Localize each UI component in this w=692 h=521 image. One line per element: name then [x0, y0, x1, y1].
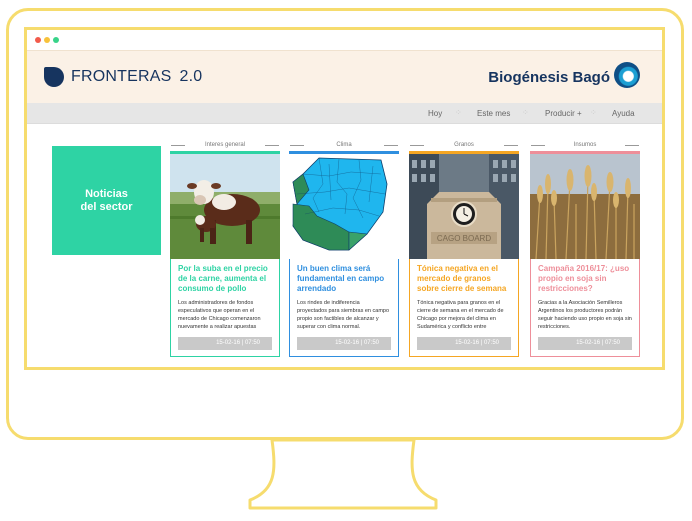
card-title[interactable]: Campaña 2016/17: ¿uso propio en soja sin…: [538, 264, 632, 294]
card-category: Clima: [289, 141, 399, 151]
card-excerpt: Los administradores de fondos especulati…: [178, 300, 261, 330]
nav-item-ayuda[interactable]: Ayuda: [612, 109, 635, 118]
card-timestamp: 15-02-16 | 07:50: [417, 337, 511, 350]
card-timestamp: 15-02-16 | 07:50: [178, 337, 272, 350]
card-category: Interes general: [170, 141, 280, 151]
card-image-map[interactable]: [289, 151, 399, 259]
card-image-cattle[interactable]: [170, 151, 280, 259]
card-image-board-of-trade[interactable]: CAGO BOARD: [409, 151, 519, 259]
card-image-wheat[interactable]: [530, 151, 640, 259]
news-card-clima[interactable]: Clima Un buen clima será fundamental en …: [289, 141, 399, 357]
section-title-line1: Noticias: [85, 187, 128, 200]
brand-name: Biogénesis Bagó: [488, 69, 610, 86]
nav-separator-icon: ⁘: [522, 108, 529, 117]
province-map-illustration: [292, 157, 388, 251]
fronteras-logo-icon: [44, 67, 64, 87]
news-card-insumos[interactable]: Insumos Campaña 2016/17: ¿uso propio en …: [530, 141, 640, 357]
biogenesis-logo-icon: [614, 62, 640, 88]
news-card-interes-general[interactable]: Interes general Por la suba en el precio…: [170, 141, 280, 357]
nav-item-este-mes[interactable]: Este mes: [477, 109, 510, 118]
section-title-line2: del sector: [80, 200, 133, 213]
card-title[interactable]: Tónica negativa en el mercado de granos …: [417, 264, 511, 294]
card-excerpt: Los rindes de indiferencia proyectados p…: [297, 300, 390, 330]
card-timestamp: 15-02-16 | 07:50: [538, 337, 632, 350]
card-timestamp: 15-02-16 | 07:50: [297, 337, 391, 350]
minimize-window-dot[interactable]: [44, 37, 50, 43]
app-name: FRONTERAS: [71, 68, 172, 85]
nav-item-producir[interactable]: Producir +: [545, 109, 582, 118]
svg-text:CAGO BOARD: CAGO BOARD: [437, 234, 491, 243]
nav-separator-icon: ⁘: [590, 108, 597, 117]
card-category: Insumos: [530, 141, 640, 151]
cattle-illustration: [170, 154, 280, 259]
card-category: Granos: [409, 141, 519, 151]
app-header: FRONTERAS 2.0 Biogénesis Bagó: [27, 50, 662, 103]
building-illustration: CAGO BOARD: [409, 154, 519, 259]
nav-item-hoy[interactable]: Hoy: [428, 109, 442, 118]
maximize-window-dot[interactable]: [53, 37, 59, 43]
app-version: 2.0: [179, 68, 203, 85]
browser-window: FRONTERAS 2.0 Biogénesis Bagó Hoy ⁘ Este …: [24, 27, 665, 370]
card-title[interactable]: Por la suba en el precio de la carne, au…: [178, 264, 272, 294]
nav-separator-icon: ⁘: [455, 108, 462, 117]
wheat-illustration: [530, 154, 640, 259]
close-window-dot[interactable]: [35, 37, 41, 43]
card-excerpt: Gracias a la Asociación Semilleros Argen…: [538, 300, 632, 330]
window-titlebar: [27, 30, 662, 50]
section-title-tile: Noticias del sector: [52, 146, 161, 255]
app-title[interactable]: FRONTERAS 2.0: [71, 68, 202, 86]
card-title[interactable]: Un buen clima será fundamental en campo …: [297, 264, 391, 294]
news-section: Noticias del sector Interes general Por …: [27, 124, 662, 364]
card-excerpt: Tónica negativa para granos en el cierre…: [417, 300, 504, 330]
top-navbar: Hoy ⁘ Este mes ⁘ Producir + ⁘ Ayuda: [27, 103, 662, 124]
news-card-granos[interactable]: Granos CAGO BOARD Tónica negativa en el …: [409, 141, 519, 357]
